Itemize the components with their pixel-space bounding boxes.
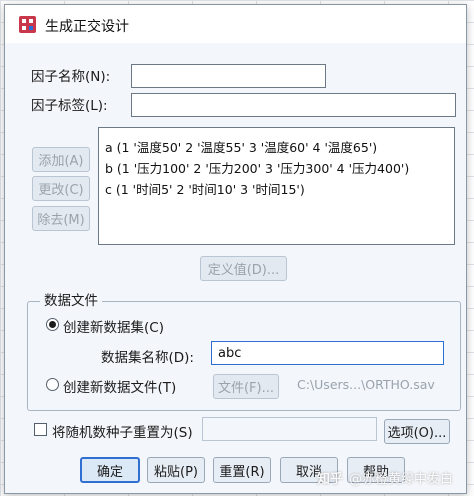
random-seed-checkbox[interactable] [34,423,47,436]
reset-button[interactable]: 重置(R) [213,457,271,483]
dataset-name-field[interactable] [211,341,444,365]
change-button[interactable]: 更改(C) [32,176,90,201]
paste-button[interactable]: 粘贴(P) [147,457,205,483]
options-button[interactable]: 选项(O)... [384,419,450,444]
zhihu-watermark: 知乎 @赤橙黄绿中发白 [317,468,453,487]
ok-button[interactable]: 确定 [80,457,140,483]
file-path-text: C:\Users...\ORTHO.sav [297,377,435,392]
define-values-button[interactable]: 定义值(D)... [200,256,287,281]
title-bar: 生成正交设计 [5,5,466,43]
factor-list-item[interactable]: c (1 '时间5' 2 '时间10' 3 '时间15') [105,179,448,200]
factor-label-field[interactable] [131,93,456,117]
dataset-name-label: 数据集名称(D): [101,350,194,366]
dialog-title: 生成正交设计 [45,19,129,35]
random-seed-field[interactable] [202,417,377,441]
data-file-group-title: 数据文件 [40,289,102,309]
factor-name-field[interactable] [131,64,326,88]
random-seed-label[interactable]: 将随机数种子重置为(S) [52,421,193,441]
factor-label-input[interactable] [132,94,455,116]
create-dataset-label[interactable]: 创建新数据集(C) [63,316,164,336]
dataset-name-input[interactable] [212,342,443,364]
spss-app-icon [19,16,36,33]
file-button[interactable]: 文件(F)... [213,374,279,399]
create-datafile-radio[interactable] [46,378,59,391]
factor-label-label: 因子标签(L): [31,98,108,114]
factor-name-input[interactable] [132,65,325,87]
zhihu-logo: 知乎 [317,472,344,487]
factor-list-item[interactable]: b (1 '压力100' 2 '压力200' 3 '压力300' 4 '压力40… [105,158,448,179]
remove-button[interactable]: 除去(M) [32,206,90,231]
random-seed-input[interactable] [203,418,376,440]
orthogonal-design-dialog: 生成正交设计 因子名称(N): 因子标签(L): 添加(A) 更改(C) 除去(… [4,4,467,494]
factor-list[interactable]: a (1 '温度50' 2 '温度55' 3 '温度60' 4 '温度65') … [98,127,455,245]
create-datafile-label[interactable]: 创建新数据文件(T) [63,376,176,396]
create-dataset-radio[interactable] [46,318,59,331]
add-button[interactable]: 添加(A) [32,147,90,172]
factor-name-label: 因子名称(N): [31,69,111,85]
watermark-author: @赤橙黄绿中发白 [349,472,454,487]
factor-list-item[interactable]: a (1 '温度50' 2 '温度55' 3 '温度60' 4 '温度65') [105,137,448,158]
